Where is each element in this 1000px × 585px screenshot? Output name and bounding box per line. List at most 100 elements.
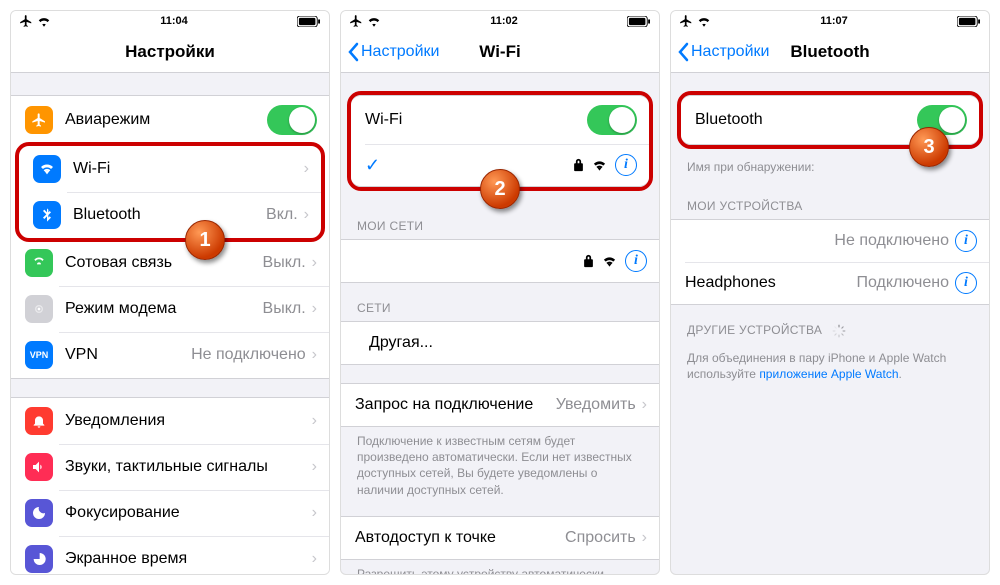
chevron-icon: › [312, 458, 317, 476]
info-button[interactable]: i [615, 154, 637, 176]
sounds-label: Звуки, тактильные сигналы [65, 458, 312, 476]
screentime-icon [25, 545, 53, 573]
other-devices-header: ДРУГИЕ УСТРОЙСТВА [671, 323, 989, 344]
wifi-screen: 11:02 Настройки Wi-Fi Wi-Fi [340, 10, 660, 575]
focus-label: Фокусирование [65, 504, 312, 522]
device-row-1[interactable]: Не подключено i [671, 220, 989, 262]
hotspot-label: Режим модема [65, 300, 263, 318]
ask-join-label: Запрос на подключение [355, 396, 556, 414]
status-bar: 11:04 [11, 11, 329, 31]
chevron-icon: › [312, 346, 317, 364]
auto-hotspot-label: Автодоступ к точке [355, 529, 565, 547]
vpn-label: VPN [65, 346, 191, 364]
wifi-toggle[interactable] [587, 105, 637, 135]
cellular-value: Выкл. [263, 254, 306, 272]
auto-hotspot-row[interactable]: Автодоступ к точке Спросить › [341, 517, 659, 559]
device-2-status: Подключено [856, 274, 949, 292]
auto-hotspot-value: Спросить [565, 529, 636, 547]
battery-icon [957, 16, 981, 27]
spinner-icon [832, 324, 846, 338]
vpn-icon: VPN [25, 341, 53, 369]
row-screentime[interactable]: Экранное время › [11, 536, 329, 574]
auto-hotspot-footer: Разрешить этому устройству автоматически… [341, 560, 659, 574]
known-network-row[interactable]: i [341, 240, 659, 282]
chevron-icon: › [642, 396, 647, 414]
chevron-icon: › [642, 529, 647, 547]
device-1-status: Не подключено [834, 232, 949, 250]
navbar: Настройки Wi-Fi [341, 31, 659, 73]
wifi-icon [33, 155, 61, 183]
row-focus[interactable]: Фокусирование › [11, 490, 329, 536]
page-title: Настройки [125, 42, 215, 62]
pair-footer: Для объединения в пару iPhone и Apple Wa… [671, 344, 989, 382]
bt-toggle-label: Bluetooth [695, 111, 917, 129]
chevron-icon: › [312, 504, 317, 522]
annotation-bubble-1: 1 [185, 220, 225, 260]
hotspot-icon [25, 295, 53, 323]
info-button[interactable]: i [955, 230, 977, 252]
row-bluetooth[interactable]: Bluetooth Вкл. › [19, 192, 321, 238]
wifi-signal-icon [592, 159, 607, 171]
airplane-icon [19, 14, 33, 28]
airplane-toggle[interactable] [267, 105, 317, 135]
chevron-icon: › [312, 550, 317, 568]
my-networks-header: МОИ СЕТИ [341, 219, 659, 239]
other-network-row[interactable]: Другая... [341, 322, 659, 364]
row-hotspot[interactable]: Режим модема Выкл. › [11, 286, 329, 332]
ask-join-value: Уведомить [556, 396, 636, 414]
row-wifi[interactable]: Wi-Fi › [19, 146, 321, 192]
chevron-icon: › [304, 206, 309, 224]
apple-watch-link[interactable]: приложение Apple Watch [759, 367, 898, 381]
back-button[interactable]: Настройки [677, 31, 769, 72]
page-title: Wi-Fi [479, 42, 520, 62]
chevron-left-icon [677, 42, 689, 62]
row-vpn[interactable]: VPN VPN Не подключено › [11, 332, 329, 378]
wifi-label: Wi-Fi [73, 160, 304, 178]
bluetooth-screen: 11:07 Настройки Bluetooth Bluetooth [670, 10, 990, 575]
battery-icon [297, 16, 321, 27]
info-button[interactable]: i [625, 250, 647, 272]
battery-icon [627, 16, 651, 27]
back-label: Настройки [361, 43, 439, 61]
row-cellular[interactable]: Сотовая связь Выкл. › [11, 240, 329, 286]
chevron-icon: › [312, 300, 317, 318]
lock-icon [583, 254, 594, 268]
wifi-toggle-row[interactable]: Wi-Fi [351, 96, 649, 144]
airplane-mode-icon [25, 106, 53, 134]
airplane-label: Авиарежим [65, 111, 267, 129]
row-notifications[interactable]: Уведомления › [11, 398, 329, 444]
device-row-2[interactable]: Headphones Подключено i [671, 262, 989, 304]
device-2-name: Headphones [685, 274, 856, 292]
bluetooth-value: Вкл. [266, 206, 298, 224]
wifi-status-icon [37, 16, 51, 27]
settings-screen: 11:04 Настройки Авиарежим [10, 10, 330, 575]
bluetooth-label: Bluetooth [73, 206, 266, 224]
chevron-icon: › [304, 160, 309, 178]
networks-header: СЕТИ [341, 301, 659, 321]
navbar: Настройки Bluetooth [671, 31, 989, 73]
chevron-icon: › [312, 254, 317, 272]
ask-join-row[interactable]: Запрос на подключение Уведомить › [341, 384, 659, 426]
back-button[interactable]: Настройки [347, 31, 439, 72]
cellular-label: Сотовая связь [65, 254, 263, 272]
notifications-label: Уведомления [65, 412, 312, 430]
wifi-signal-icon [602, 255, 617, 267]
focus-icon [25, 499, 53, 527]
status-time: 11:04 [160, 15, 188, 27]
status-bar: 11:07 [671, 11, 989, 31]
navbar: Настройки [11, 31, 329, 73]
info-button[interactable]: i [955, 272, 977, 294]
chevron-icon: › [312, 412, 317, 430]
row-sounds[interactable]: Звуки, тактильные сигналы › [11, 444, 329, 490]
wifi-status-icon [367, 16, 381, 27]
notifications-icon [25, 407, 53, 435]
row-airplane[interactable]: Авиарежим [11, 96, 329, 144]
annotation-bubble-2: 2 [480, 169, 520, 209]
airplane-icon [349, 14, 363, 28]
checkmark-icon: ✓ [365, 155, 383, 176]
bluetooth-icon [33, 201, 61, 229]
cellular-icon [25, 249, 53, 277]
my-devices-header: МОИ УСТРОЙСТВА [671, 199, 989, 219]
wifi-toggle-label: Wi-Fi [365, 111, 587, 129]
status-bar: 11:02 [341, 11, 659, 31]
